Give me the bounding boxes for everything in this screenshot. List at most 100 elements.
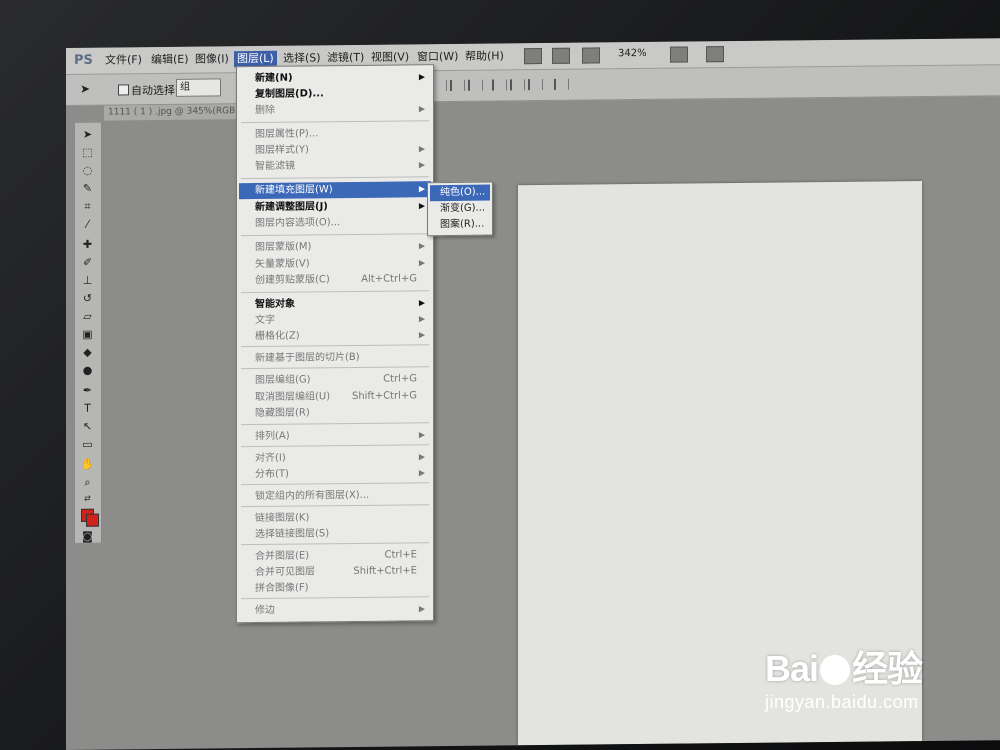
layer-menu-item[interactable]: 排列(A) ▶ [239,427,431,445]
menu-view[interactable]: 视图(V) [368,49,412,65]
layer-menu-item-label: 新建基于图层的切片(B) [255,351,360,365]
layer-menu-item-label: 修边 [255,604,275,617]
lasso-tool-icon[interactable]: ◌ [79,163,96,179]
gradient-tool-icon[interactable]: ▣ [79,327,96,343]
distribute-center-icon[interactable] [510,79,525,91]
layer-menu-item[interactable]: 删除 ▶ [239,101,431,119]
submenu-pattern-label: 图案(R)... [440,218,485,231]
layer-menu-item-label: 矢量蒙版(V) [255,258,310,271]
align-top-icon[interactable] [432,80,447,92]
zoom-level[interactable]: 342% [618,48,647,59]
submenu-arrow-icon: ▶ [418,314,425,324]
menu-image[interactable]: 图像(I) [192,51,232,67]
menu-layer[interactable]: 图层(L) [234,50,277,68]
layer-menu-item[interactable]: 分布(T) ▶ [239,465,431,483]
eraser-tool-icon[interactable]: ▱ [79,309,96,325]
layer-menu-item[interactable]: 修边 ▶ [239,601,431,619]
menu-file[interactable]: 文件(F) [102,52,145,68]
menu-help[interactable]: 帮助(H) [462,48,507,64]
align-vcenter-icon[interactable] [450,79,465,91]
hand-tool-icon[interactable]: ✋ [79,457,96,473]
submenu-pattern[interactable]: 图案(R)... [430,217,490,234]
blur-tool-icon[interactable]: ◆ [79,345,96,361]
swap-colors-icon[interactable]: ⇄ [79,491,96,507]
layer-menu-item[interactable]: 隐藏图层(R) [239,404,431,422]
background-color-swatch[interactable] [86,513,99,527]
layer-menu-item-label: 创建剪贴蒙版(C) [255,274,330,287]
pen-tool-icon[interactable]: ✒ [79,383,96,399]
submenu-solid-color[interactable]: 纯色(O)... [430,184,490,202]
layer-menu-item[interactable]: 选择链接图层(S) [239,525,431,543]
menu-edit[interactable]: 编辑(E) [148,52,192,68]
layer-menu-item[interactable]: 新建基于图层的切片(B) [239,349,431,367]
layer-menu-item[interactable]: 创建剪贴蒙版(C) Alt+Ctrl+G [239,271,431,289]
submenu-gradient[interactable]: 渐变(G)... [430,201,490,218]
layer-menu-item-shortcut: Shift+Ctrl+E [353,565,417,577]
auto-select-option[interactable]: 自动选择: [118,82,179,99]
layer-menu-item-label: 图层样式(Y) [255,144,309,157]
layer-menu-item[interactable]: 图层内容选项(O)... [239,214,431,232]
menu-select[interactable]: 选择(S) [280,50,324,66]
paw-icon [820,655,851,685]
layer-menu-item-shortcut: Shift+Ctrl+G [351,390,417,403]
path-select-icon[interactable]: ↖ [79,419,96,435]
view-extras-icon[interactable] [582,47,600,64]
type-tool-icon[interactable]: T [79,401,96,417]
dodge-tool-icon[interactable]: ● [79,363,96,379]
layer-menu-item[interactable]: 新建填充图层(W) ▶ [239,181,431,200]
submenu-solid-color-label: 纯色(O)... [440,186,486,199]
distribute-left-icon[interactable] [492,79,507,91]
layer-menu-item-label: 智能对象 [255,298,295,311]
layer-menu-item[interactable]: 拼合图像(F) [239,579,431,597]
layer-menu-dropdown: 新建(N) ▶ 复制图层(D)... 删除 ▶ 图层属性(P)... 图层样式(Y) ▶ 智能滤… [236,64,434,624]
arrange-documents-icon[interactable] [670,46,688,63]
auto-align-icon[interactable] [554,78,569,90]
submenu-arrow-icon: ▶ [418,468,425,478]
menu-window[interactable]: 窗口(W) [414,49,461,65]
crop-tool-icon[interactable]: ⌗ [79,199,96,215]
bridge-icon[interactable] [524,48,542,65]
layer-menu-item-label: 链接图层(K) [255,512,310,525]
menu-separator [241,120,429,124]
submenu-gradient-label: 渐变(G)... [440,202,486,215]
layer-menu-item-label: 删除 [255,104,275,117]
auto-select-checkbox[interactable] [118,84,129,96]
clone-stamp-icon[interactable]: ⊥ [79,273,96,289]
layer-menu-item-label: 锁定组内的所有图层(X)... [255,489,370,503]
submenu-arrow-icon: ▶ [418,258,425,268]
layer-menu-item-shortcut: Alt+Ctrl+G [361,273,417,285]
distribute-right-icon[interactable] [528,79,543,91]
mini-bridge-icon[interactable] [552,47,570,64]
layer-menu-item[interactable]: 图层编组(G) Ctrl+G [239,371,431,389]
layer-menu-item-label: 智能滤镜 [255,160,295,173]
ps-logo: PS [74,52,93,68]
layer-menu-item[interactable]: 锁定组内的所有图层(X)... [239,487,431,505]
layer-menu-item[interactable]: 栅格化(Z) ▶ [239,327,431,345]
menu-filter[interactable]: 滤镜(T) [324,50,367,66]
layer-menu-item-label: 文字 [255,314,275,327]
layer-menu-item-label: 复制图层(D)... [255,88,324,101]
healing-brush-icon[interactable]: ✚ [79,237,96,253]
align-bottom-icon[interactable] [468,79,483,91]
history-brush-icon[interactable]: ↺ [79,291,96,307]
layer-menu-item-label: 新建填充图层(W) [255,184,333,197]
marquee-tool-icon[interactable]: ⬚ [79,145,96,161]
quick-mask-icon[interactable]: ◙ [79,529,96,545]
baidu-jingyan-watermark: Bai 经验 jingyan.baidu.com [765,640,923,713]
layer-menu-item[interactable]: 图层蒙版(M) ▶ [239,238,431,256]
screen-mode-icon[interactable] [706,46,724,63]
move-tool-icon[interactable]: ➤ [79,127,96,143]
quick-select-tool-icon[interactable]: ✎ [79,181,96,197]
shape-tool-icon[interactable]: ▭ [79,437,96,453]
brush-tool-icon[interactable]: ✐ [79,255,96,271]
zoom-tool-icon[interactable]: ⌕ [79,475,96,491]
layer-menu-item-label: 排列(A) [255,430,290,443]
submenu-arrow-icon: ▶ [418,160,425,170]
move-tool-icon[interactable]: ➤ [80,82,90,96]
layer-menu-item-label: 选择链接图层(S) [255,528,330,541]
auto-select-dropdown[interactable]: 组 [176,78,221,97]
layer-menu-item[interactable]: 智能滤镜 ▶ [239,157,431,175]
eyedropper-tool-icon[interactable]: ⁄ [79,217,96,233]
layer-menu-item-label: 分布(T) [255,468,289,481]
submenu-arrow-icon: ▶ [418,201,425,211]
